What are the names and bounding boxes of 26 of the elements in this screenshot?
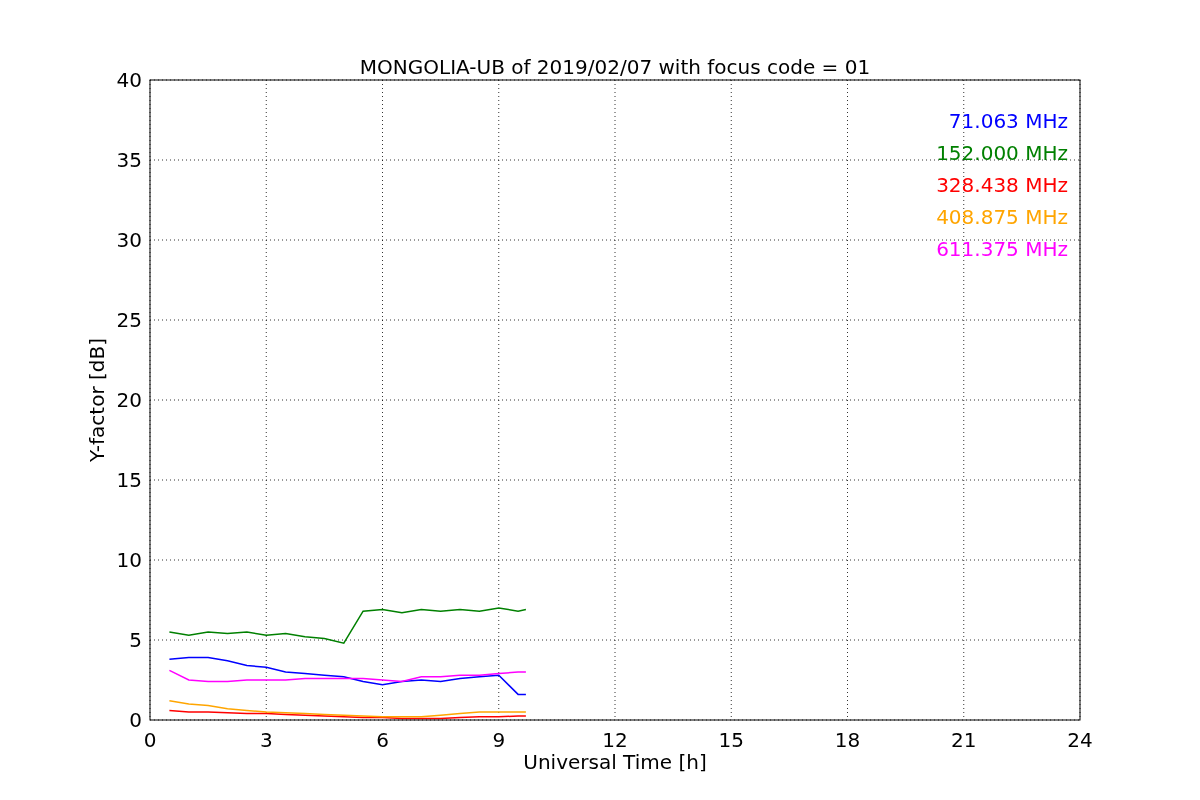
x-tick-label: 15 <box>718 728 744 752</box>
x-tick-label: 9 <box>492 728 506 752</box>
y-tick-label: 15 <box>116 468 142 492</box>
x-tick-label: 24 <box>1067 728 1093 752</box>
y-tick-label: 0 <box>129 708 142 732</box>
legend-label: 71.063 MHz <box>948 109 1068 133</box>
chart-title: MONGOLIA-UB of 2019/02/07 with focus code = 01 <box>359 55 871 79</box>
x-axis-label: Universal Time [h] <box>523 750 707 774</box>
x-tick-label: 0 <box>143 728 157 752</box>
x-tick-label: 6 <box>376 728 389 752</box>
x-tick-label: 21 <box>951 728 977 752</box>
y-tick-label: 25 <box>116 308 142 332</box>
x-tick-label: 12 <box>602 728 628 752</box>
y-tick-label: 5 <box>129 628 142 652</box>
legend-label: 152.000 MHz <box>936 141 1068 165</box>
y-tick-label: 35 <box>116 148 142 172</box>
legend-label: 328.438 MHz <box>936 173 1068 197</box>
y-tick-label: 30 <box>116 228 142 252</box>
y-tick-label: 40 <box>116 68 142 92</box>
legend-label: 611.375 MHz <box>936 237 1068 261</box>
x-tick-label: 3 <box>259 728 273 752</box>
y-axis-label: Y-factor [dB] <box>85 338 109 462</box>
legend-label: 408.875 MHz <box>936 205 1068 229</box>
y-tick-label: 10 <box>116 548 142 572</box>
y-tick-label: 20 <box>116 388 142 412</box>
x-tick-label: 18 <box>834 728 861 752</box>
